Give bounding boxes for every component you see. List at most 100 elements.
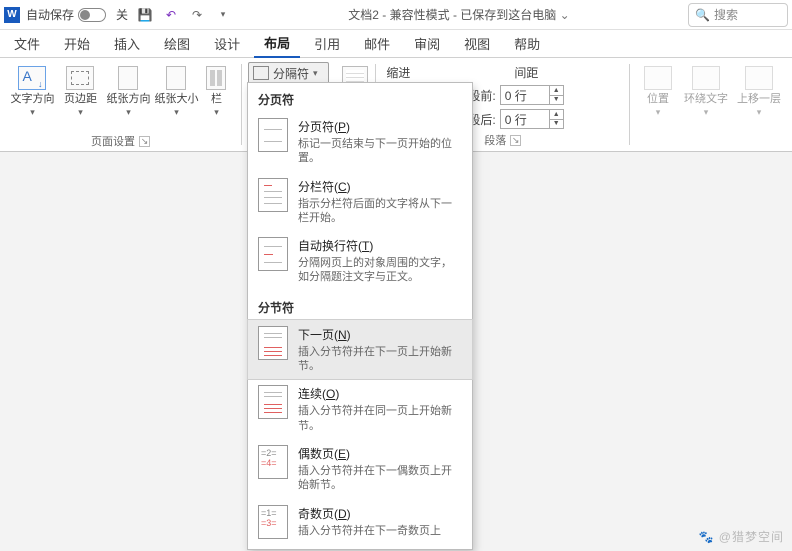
pagesetup-launcher[interactable]: ↘ [139, 136, 150, 147]
column-break-icon [258, 178, 288, 212]
item-title: 连续(O) [298, 385, 462, 402]
item-title: 分页符(P) [298, 118, 462, 135]
qat-customize[interactable]: ▾ [212, 4, 234, 26]
item-title: 偶数页(E) [298, 445, 462, 462]
menu-item-even-page[interactable]: =2==4= 偶数页(E) 插入分节符并在下一偶数页上开始新节。 [248, 439, 472, 499]
item-title: 自动换行符(T) [298, 237, 462, 254]
section-sectionbreaks-title: 分节符 [248, 291, 472, 320]
save-button[interactable]: 💾 [134, 4, 156, 26]
text-direction-button[interactable]: A↓ 文字方向 ▾ [10, 62, 54, 118]
item-title: 下一页(N) [298, 326, 462, 343]
size-icon [166, 66, 186, 90]
size-button[interactable]: 纸张大小 ▾ [154, 62, 198, 118]
odd-page-icon: =1==3= [258, 505, 288, 539]
tab-references[interactable]: 引用 [304, 30, 350, 57]
item-desc: 插入分节符并在下一偶数页上开始新节。 [298, 464, 462, 493]
menu-item-next-page[interactable]: 下一页(N) 插入分节符并在下一页上开始新节。 [248, 320, 472, 380]
menu-item-page-break[interactable]: 分页符(P) 标记一页结束与下一页开始的位置。 [248, 112, 472, 172]
item-desc: 插入分节符并在同一页上开始新节。 [298, 404, 462, 433]
item-desc: 插入分节符并在下一奇数页上 [298, 524, 462, 538]
spin-up-icon[interactable]: ▲ [550, 110, 563, 120]
tab-mailings[interactable]: 邮件 [354, 30, 400, 57]
paragraph-launcher[interactable]: ↘ [510, 135, 521, 146]
search-input[interactable]: 🔍 搜索 [688, 3, 788, 27]
columns-label: 栏 [211, 93, 222, 106]
chevron-down-icon: ▾ [704, 107, 709, 118]
wrap-label: 环绕文字 [684, 93, 728, 106]
tab-layout[interactable]: 布局 [254, 29, 300, 58]
doc-title-text: 文档2 - 兼容性模式 - 已保存到这台电脑 [348, 8, 556, 22]
text-direction-icon: A↓ [18, 66, 46, 90]
autosave-state: 关 [116, 6, 128, 23]
margins-icon [66, 66, 94, 90]
wrap-text-icon [692, 66, 720, 90]
app-icon: W [4, 7, 20, 23]
position-icon [644, 66, 672, 90]
spacing-after-spin[interactable]: 0 行 ▲▼ [500, 109, 564, 129]
tab-review[interactable]: 审阅 [404, 30, 450, 57]
page-break-icon [258, 118, 288, 152]
text-direction-label: 文字方向 [10, 93, 54, 106]
tab-view[interactable]: 视图 [454, 30, 500, 57]
spacing-before-value: 0 行 [501, 86, 549, 104]
spin-up-icon[interactable]: ▲ [550, 86, 563, 96]
columns-icon [206, 66, 226, 90]
size-label: 纸张大小 [154, 93, 198, 106]
tab-home[interactable]: 开始 [54, 30, 100, 57]
chevron-down-icon: ▾ [313, 68, 318, 79]
item-title: 奇数页(D) [298, 505, 462, 522]
columns-button[interactable]: 栏 ▾ [202, 62, 230, 118]
even-page-icon: =2==4= [258, 445, 288, 479]
tab-draw[interactable]: 绘图 [154, 30, 200, 57]
next-page-icon [258, 326, 288, 360]
spacing-after-value: 0 行 [501, 110, 549, 128]
title-dropdown-icon[interactable]: ⌄ [560, 8, 570, 22]
text-wrap-break-icon [258, 237, 288, 271]
section-pagebreaks-title: 分页符 [248, 83, 472, 112]
chevron-down-icon: ▾ [757, 107, 762, 118]
item-desc: 分隔网页上的对象周围的文字，如分隔题注文字与正文。 [298, 256, 462, 285]
tab-help[interactable]: 帮助 [504, 30, 550, 57]
menu-item-text-wrapping-break[interactable]: 自动换行符(T) 分隔网页上的对象周围的文字，如分隔题注文字与正文。 [248, 231, 472, 291]
breaks-icon [253, 66, 269, 80]
ribbon-tabs: 文件 开始 插入 绘图 设计 布局 引用 邮件 审阅 视图 帮助 [0, 30, 792, 58]
search-icon: 🔍 [695, 8, 710, 22]
wrap-text-button[interactable]: 环绕文字 ▾ [684, 62, 728, 118]
spin-down-icon[interactable]: ▼ [550, 96, 563, 105]
margins-label: 页边距 [64, 93, 97, 106]
orientation-button[interactable]: 纸张方向 ▾ [106, 62, 150, 118]
chevron-down-icon: ▾ [656, 107, 661, 118]
margins-button[interactable]: 页边距 ▾ [58, 62, 102, 118]
tab-insert[interactable]: 插入 [104, 30, 150, 57]
tab-file[interactable]: 文件 [4, 30, 50, 57]
autosave-toggle[interactable] [78, 8, 106, 22]
breaks-button[interactable]: 分隔符 ▾ [248, 62, 330, 84]
item-desc: 指示分栏符后面的文字将从下一栏开始。 [298, 197, 462, 226]
orientation-label: 纸张方向 [106, 93, 150, 106]
bring-forward-label: 上移一层 [737, 93, 781, 106]
position-label: 位置 [647, 93, 669, 106]
search-placeholder: 搜索 [714, 6, 738, 23]
spacing-before-spin[interactable]: 0 行 ▲▼ [500, 85, 564, 105]
chevron-down-icon: ▾ [78, 107, 83, 118]
spacing-header: 间距 [514, 62, 538, 82]
group-pagesetup-title: 页面设置 [91, 133, 135, 149]
redo-button[interactable]: ↷ [186, 4, 208, 26]
chevron-down-icon: ▾ [214, 107, 219, 118]
menu-item-continuous[interactable]: 连续(O) 插入分节符并在同一页上开始新节。 [248, 379, 472, 439]
undo-button[interactable]: ↶ [160, 4, 182, 26]
item-desc: 插入分节符并在下一页上开始新节。 [298, 345, 462, 374]
continuous-icon [258, 385, 288, 419]
tab-design[interactable]: 设计 [204, 30, 250, 57]
bring-forward-icon [745, 66, 773, 90]
autosave-label: 自动保存 [26, 6, 74, 23]
menu-item-column-break[interactable]: 分栏符(C) 指示分栏符后面的文字将从下一栏开始。 [248, 172, 472, 232]
item-desc: 标记一页结束与下一页开始的位置。 [298, 137, 462, 166]
position-button[interactable]: 位置 ▾ [636, 62, 680, 118]
spin-down-icon[interactable]: ▼ [550, 120, 563, 129]
chevron-down-icon: ▾ [30, 107, 35, 118]
menu-item-odd-page[interactable]: =1==3= 奇数页(D) 插入分节符并在下一奇数页上 [248, 499, 472, 545]
bring-forward-button[interactable]: 上移一层 ▾ [732, 62, 786, 118]
chevron-down-icon: ▾ [126, 107, 131, 118]
chevron-down-icon: ▾ [174, 107, 179, 118]
